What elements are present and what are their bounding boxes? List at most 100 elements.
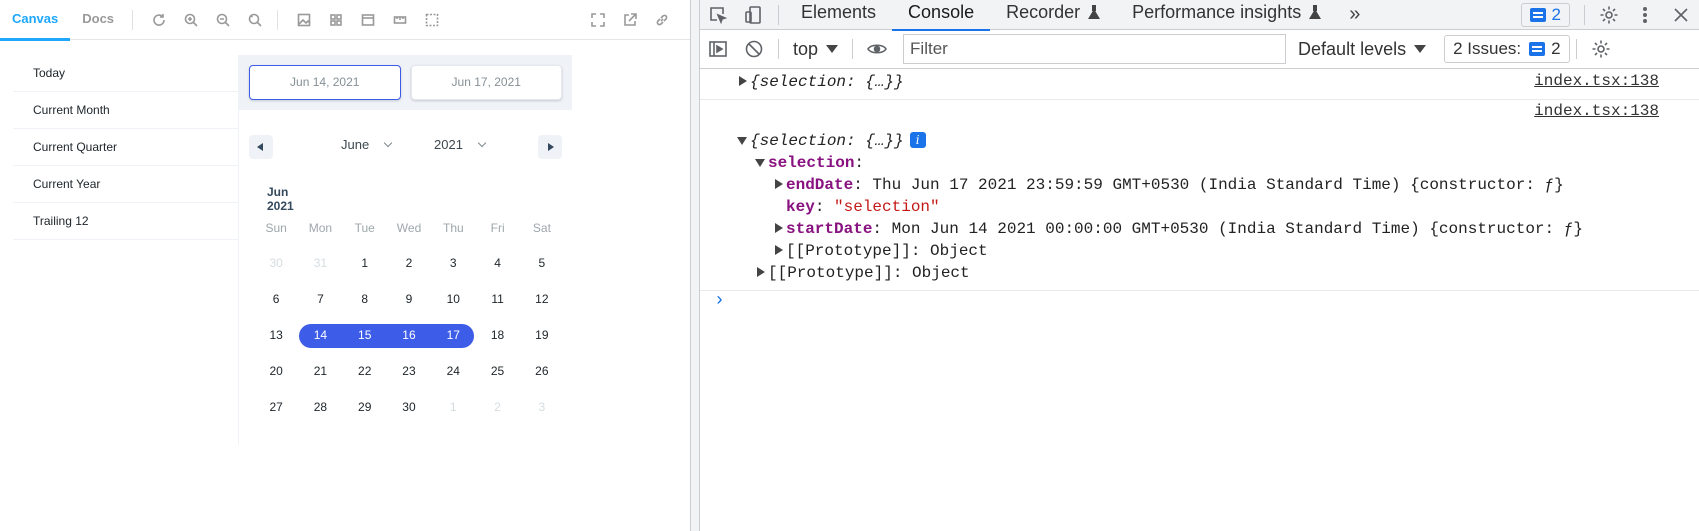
info-icon[interactable]: i [909, 132, 926, 148]
expand-arrow-icon[interactable] [772, 245, 786, 255]
calendar-day[interactable]: 18 [475, 317, 519, 353]
zoom-out-icon[interactable] [207, 0, 239, 40]
show-sidebar-icon[interactable] [700, 34, 736, 64]
range-current-year[interactable]: Current Year [13, 166, 238, 203]
collapse-arrow-icon[interactable] [754, 157, 768, 167]
calendar-day[interactable]: 16 [387, 317, 431, 353]
more-tabs-button[interactable]: » [1337, 3, 1372, 26]
calendar-day[interactable]: 31 [298, 245, 342, 281]
calendar-day[interactable]: 29 [343, 389, 387, 425]
grid-icon[interactable] [320, 0, 352, 40]
filter-input[interactable] [903, 34, 1287, 64]
calendar-day[interactable]: 2 [387, 245, 431, 281]
range-current-quarter[interactable]: Current Quarter [13, 129, 238, 166]
fullscreen-icon[interactable] [582, 0, 614, 40]
calendar-day[interactable]: 3 [520, 389, 564, 425]
console-prompt-row[interactable]: › [700, 291, 1699, 321]
tree-node-selection: selection: [700, 152, 1699, 174]
collapse-arrow-icon[interactable] [736, 135, 750, 145]
tab-canvas[interactable]: Canvas [0, 0, 71, 41]
range-trailing-12[interactable]: Trailing 12 [13, 203, 238, 240]
copy-link-icon[interactable] [646, 0, 678, 40]
inspect-element-icon[interactable] [700, 0, 736, 30]
expand-arrow-icon[interactable] [772, 223, 786, 233]
calendar-day[interactable]: 4 [475, 245, 519, 281]
calendar-day[interactable]: 14 [298, 317, 342, 353]
calendar-day[interactable]: 7 [298, 281, 342, 317]
range-today[interactable]: Today [13, 55, 238, 92]
calendar-day[interactable]: 23 [387, 353, 431, 389]
calendar-day[interactable]: 17 [431, 317, 475, 353]
calendar-day[interactable]: 5 [520, 245, 564, 281]
object-summary[interactable]: {selection: {…}} [750, 132, 904, 150]
month-select[interactable]: June [341, 137, 393, 152]
calendar-day[interactable]: 24 [431, 353, 475, 389]
calendar-day[interactable]: 3 [431, 245, 475, 281]
calendar-day[interactable]: 19 [520, 317, 564, 353]
property-value: Mon Jun 14 2021 00:00:00 GMT+0530 (India… [891, 220, 1583, 238]
year-select[interactable]: 2021 [434, 137, 487, 152]
messages-badge-button[interactable]: 2 [1520, 3, 1570, 27]
calendar-day[interactable]: 20 [254, 353, 298, 389]
next-month-button[interactable] [538, 135, 562, 159]
log-line: {selection: {…}} [700, 71, 1699, 93]
open-new-tab-icon[interactable] [614, 0, 646, 40]
more-options-icon[interactable] [1627, 0, 1663, 30]
calendar-day[interactable]: 22 [343, 353, 387, 389]
calendar-day[interactable]: 6 [254, 281, 298, 317]
issues-button[interactable]: 2 Issues: 2 [1444, 35, 1570, 63]
clear-console-icon[interactable] [736, 34, 772, 64]
source-link[interactable]: index.tsx:138 [1534, 102, 1659, 120]
panel-resizer[interactable] [690, 0, 700, 531]
calendar-day[interactable]: 30 [387, 389, 431, 425]
zoom-in-icon[interactable] [175, 0, 207, 40]
calendar-day[interactable]: 2 [475, 389, 519, 425]
calendar-day[interactable]: 10 [431, 281, 475, 317]
calendar-day[interactable]: 1 [343, 245, 387, 281]
tab-performance-insights[interactable]: Performance insights [1116, 0, 1337, 30]
device-toolbar-icon[interactable] [736, 0, 772, 30]
experiment-flask-icon [1309, 4, 1322, 19]
storybook-preview: Canvas Docs Today Current Month Current … [0, 0, 690, 531]
calendar-day[interactable]: 30 [254, 245, 298, 281]
prev-month-button[interactable] [249, 135, 273, 159]
calendar-day[interactable]: 15 [343, 317, 387, 353]
calendar-day[interactable]: 25 [475, 353, 519, 389]
measure-icon[interactable] [384, 0, 416, 40]
reload-icon[interactable] [143, 0, 175, 40]
tab-console[interactable]: Console [892, 0, 991, 31]
calendar-day[interactable]: 9 [387, 281, 431, 317]
calendar-day[interactable]: 28 [298, 389, 342, 425]
calendar-week: 13 14 15 16 17 18 19 [254, 317, 564, 353]
calendar-day[interactable]: 12 [520, 281, 564, 317]
calendar-day[interactable]: 13 [254, 317, 298, 353]
calendar-day[interactable]: 21 [298, 353, 342, 389]
log-levels-select[interactable]: Default levels [1298, 39, 1427, 60]
calendar-week: 6 7 8 9 10 11 12 [254, 281, 564, 317]
viewport-icon[interactable] [352, 0, 384, 40]
start-date-input[interactable]: Jun 14, 2021 [249, 65, 401, 100]
live-expression-eye-icon[interactable] [859, 34, 895, 64]
zoom-reset-icon[interactable] [239, 0, 271, 40]
tab-docs[interactable]: Docs [70, 0, 126, 40]
close-icon[interactable] [1663, 0, 1699, 30]
console-settings-gear-icon[interactable] [1583, 34, 1619, 64]
context-select[interactable]: top [785, 39, 846, 60]
range-current-month[interactable]: Current Month [13, 92, 238, 129]
tab-recorder[interactable]: Recorder [990, 0, 1116, 30]
calendar-day[interactable]: 8 [343, 281, 387, 317]
calendar-day[interactable]: 11 [475, 281, 519, 317]
background-icon[interactable] [288, 0, 320, 40]
month-navigation: June 2021 [239, 133, 572, 161]
outline-icon[interactable] [416, 0, 448, 40]
tab-elements[interactable]: Elements [785, 0, 892, 30]
calendar-day[interactable]: 27 [254, 389, 298, 425]
expand-arrow-icon[interactable] [772, 179, 786, 189]
calendar-day[interactable]: 1 [431, 389, 475, 425]
calendar-day[interactable]: 26 [520, 353, 564, 389]
expand-arrow-icon[interactable] [736, 76, 750, 86]
settings-gear-icon[interactable] [1591, 0, 1627, 30]
expand-arrow-icon[interactable] [754, 267, 768, 277]
end-date-input[interactable]: Jun 17, 2021 [410, 65, 562, 100]
object-summary[interactable]: {selection: {…}} [750, 73, 904, 91]
